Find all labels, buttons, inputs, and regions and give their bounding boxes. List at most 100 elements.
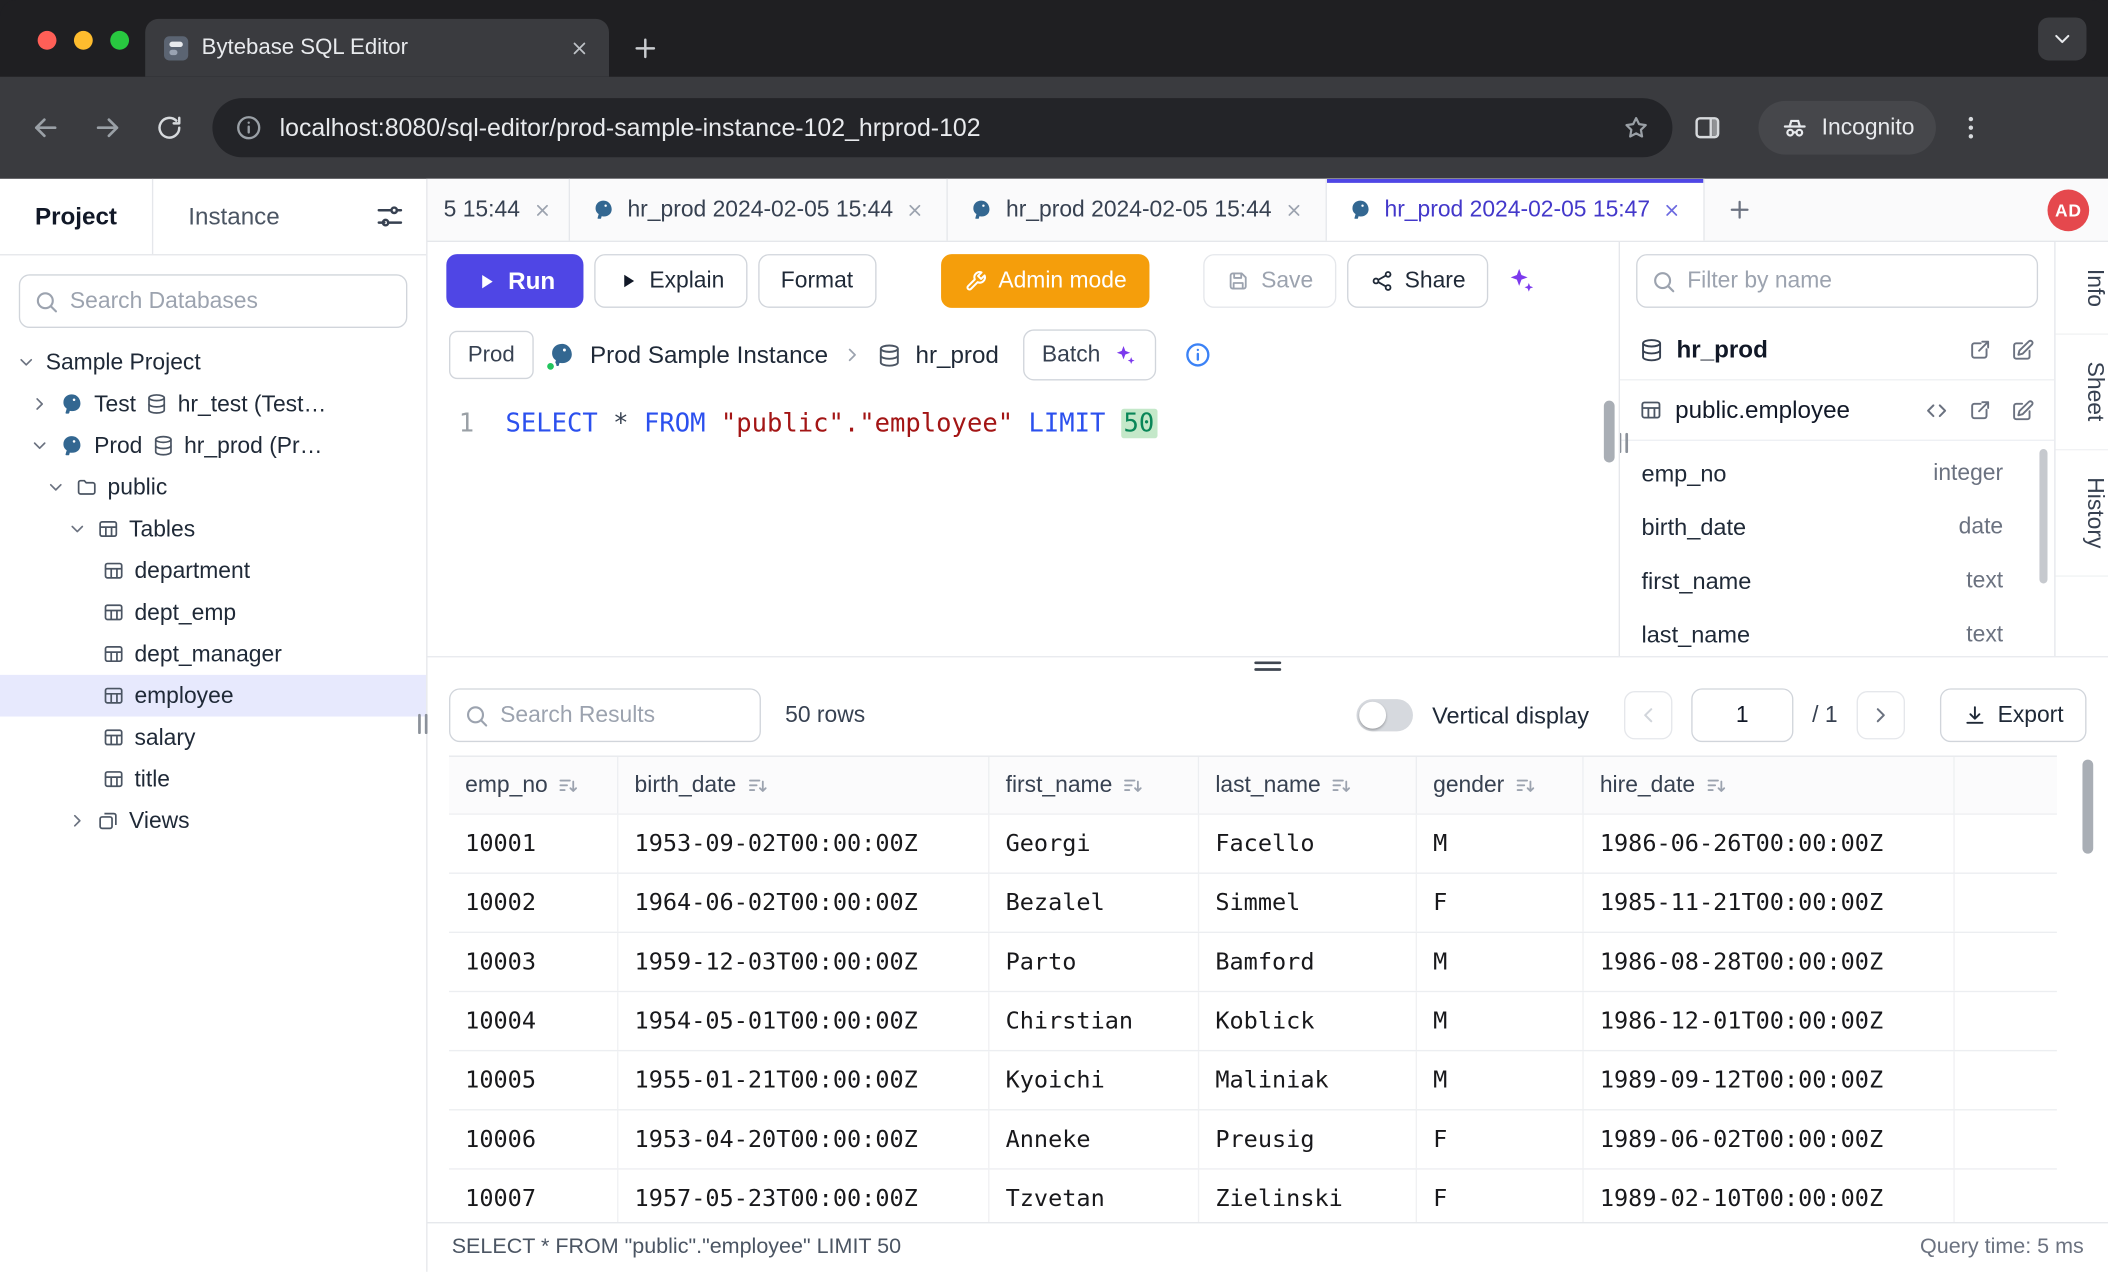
reload-button[interactable] (143, 101, 197, 155)
tab-project[interactable]: Project (0, 179, 153, 254)
cell[interactable]: M (1417, 992, 1584, 1050)
external-link-icon[interactable] (1967, 337, 1993, 363)
cell[interactable]: Simmel (1199, 874, 1417, 932)
vertical-display-toggle[interactable] (1357, 699, 1413, 731)
schema-filter-input[interactable] (1687, 268, 2023, 295)
batch-button[interactable]: Batch (1023, 329, 1155, 380)
schema-table-row[interactable]: public.employee (1620, 380, 2054, 440)
tab-instance[interactable]: Instance (153, 179, 314, 254)
tree-item-schema-public[interactable]: public (0, 467, 426, 509)
close-icon[interactable] (1662, 200, 1682, 220)
sort-icon[interactable] (1705, 774, 1728, 797)
rail-tab-info[interactable]: Info (2056, 242, 2108, 335)
column-header[interactable]: first_name (989, 757, 1199, 813)
cell[interactable]: 1989-06-02T00:00:00Z (1584, 1110, 1955, 1168)
splitter-handle[interactable] (1254, 661, 1281, 674)
site-info-icon[interactable] (234, 113, 264, 143)
database-search-input[interactable] (70, 288, 393, 315)
cell[interactable]: 1989-09-12T00:00:00Z (1584, 1051, 1955, 1109)
close-icon[interactable] (1284, 200, 1304, 220)
tree-item-tables-group[interactable]: Tables (0, 508, 426, 550)
database-search[interactable] (19, 274, 408, 328)
worksheet-tab[interactable]: hr_prod 2024-02-05 15:44 (570, 179, 949, 241)
schema-column-row[interactable]: last_name text (1620, 608, 2054, 656)
cell[interactable]: 10002 (449, 874, 618, 932)
column-header[interactable]: hire_date (1584, 757, 1955, 813)
cell[interactable]: F (1417, 874, 1584, 932)
column-header[interactable]: last_name (1199, 757, 1417, 813)
chevron-right-icon[interactable] (67, 811, 87, 831)
cell[interactable]: 1986-06-26T00:00:00Z (1584, 815, 1955, 873)
save-button[interactable]: Save (1203, 254, 1336, 308)
window-zoom-button[interactable] (110, 31, 129, 50)
cell[interactable]: Bezalel (989, 874, 1199, 932)
close-icon[interactable] (532, 200, 552, 220)
cell[interactable]: 1954-05-01T00:00:00Z (618, 992, 989, 1050)
cell[interactable]: Tzvetan (989, 1170, 1199, 1222)
cell[interactable]: Chirstian (989, 992, 1199, 1050)
url-text[interactable]: localhost:8080/sql-editor/prod-sample-in… (280, 113, 1606, 143)
cell[interactable]: 1957-05-23T00:00:00Z (618, 1170, 989, 1222)
next-page-button[interactable] (1856, 691, 1904, 739)
chevron-down-icon[interactable] (16, 352, 36, 372)
share-button[interactable]: Share (1347, 254, 1489, 308)
instance-name[interactable]: Prod Sample Instance (590, 341, 828, 369)
tab-search-button[interactable] (2038, 17, 2086, 60)
chevron-down-icon[interactable] (67, 519, 87, 539)
cell[interactable]: Facello (1199, 815, 1417, 873)
cell[interactable]: F (1417, 1170, 1584, 1222)
cell[interactable]: F (1417, 1110, 1584, 1168)
cell[interactable]: M (1417, 933, 1584, 991)
cell[interactable]: 10007 (449, 1170, 618, 1222)
tab-close-icon[interactable] (569, 37, 591, 59)
tree-item-table-department[interactable]: department (0, 550, 426, 592)
page-number-input[interactable] (1691, 688, 1793, 742)
edit-icon[interactable] (2010, 397, 2036, 423)
sidebar-resize-handle[interactable] (418, 714, 427, 734)
tree-item-project[interactable]: Sample Project (0, 341, 426, 383)
cell[interactable]: 1985-11-21T00:00:00Z (1584, 874, 1955, 932)
results-search[interactable] (449, 688, 761, 742)
cell[interactable]: Anneke (989, 1110, 1199, 1168)
results-search-input[interactable] (500, 702, 746, 729)
cell[interactable]: 10001 (449, 815, 618, 873)
new-tab-button[interactable] (631, 34, 661, 64)
tree-item-table-dept-manager[interactable]: dept_manager (0, 633, 426, 675)
cell[interactable]: Georgi (989, 815, 1199, 873)
cell[interactable]: M (1417, 815, 1584, 873)
browser-menu-button[interactable] (1944, 101, 1998, 155)
rail-tab-history[interactable]: History (2056, 450, 2108, 576)
sort-icon[interactable] (1330, 774, 1353, 797)
cell[interactable]: 1986-08-28T00:00:00Z (1584, 933, 1955, 991)
tree-item-table-employee[interactable]: employee (0, 675, 426, 717)
window-close-button[interactable] (38, 31, 57, 50)
cell[interactable]: 1953-04-20T00:00:00Z (618, 1110, 989, 1168)
editor-scrollbar[interactable] (1604, 401, 1615, 463)
window-minimize-button[interactable] (74, 31, 93, 50)
sql-editor[interactable]: 1 SELECT * FROM "public"."employee" LIMI… (428, 390, 1619, 656)
schema-filter[interactable] (1636, 254, 2038, 308)
cell[interactable]: 10004 (449, 992, 618, 1050)
cell[interactable]: Zielinski (1199, 1170, 1417, 1222)
sidebar-filter-button[interactable] (375, 179, 405, 254)
sort-icon[interactable] (557, 774, 580, 797)
cell[interactable]: Bamford (1199, 933, 1417, 991)
worksheet-tab[interactable]: hr_prod 2024-02-05 15:44 (948, 179, 1327, 241)
format-button[interactable]: Format (758, 254, 876, 308)
export-button[interactable]: Export (1940, 688, 2087, 742)
cell[interactable]: 1989-02-10T00:00:00Z (1584, 1170, 1955, 1222)
sort-icon[interactable] (1514, 774, 1537, 797)
schema-column-row[interactable]: emp_no integer (1620, 446, 2054, 500)
code-icon[interactable] (1924, 397, 1950, 423)
sort-icon[interactable] (746, 774, 769, 797)
side-panel-button[interactable] (1680, 101, 1734, 155)
cell[interactable]: 10003 (449, 933, 618, 991)
address-bar[interactable]: localhost:8080/sql-editor/prod-sample-in… (212, 98, 1672, 157)
tree-item-table-title[interactable]: title (0, 758, 426, 800)
schema-scrollbar[interactable] (2039, 449, 2047, 583)
column-header[interactable]: emp_no (449, 757, 618, 813)
forward-button[interactable] (81, 101, 135, 155)
cell[interactable]: 1955-01-21T00:00:00Z (618, 1051, 989, 1109)
tree-item-table-salary[interactable]: salary (0, 717, 426, 759)
column-header[interactable]: gender (1417, 757, 1584, 813)
